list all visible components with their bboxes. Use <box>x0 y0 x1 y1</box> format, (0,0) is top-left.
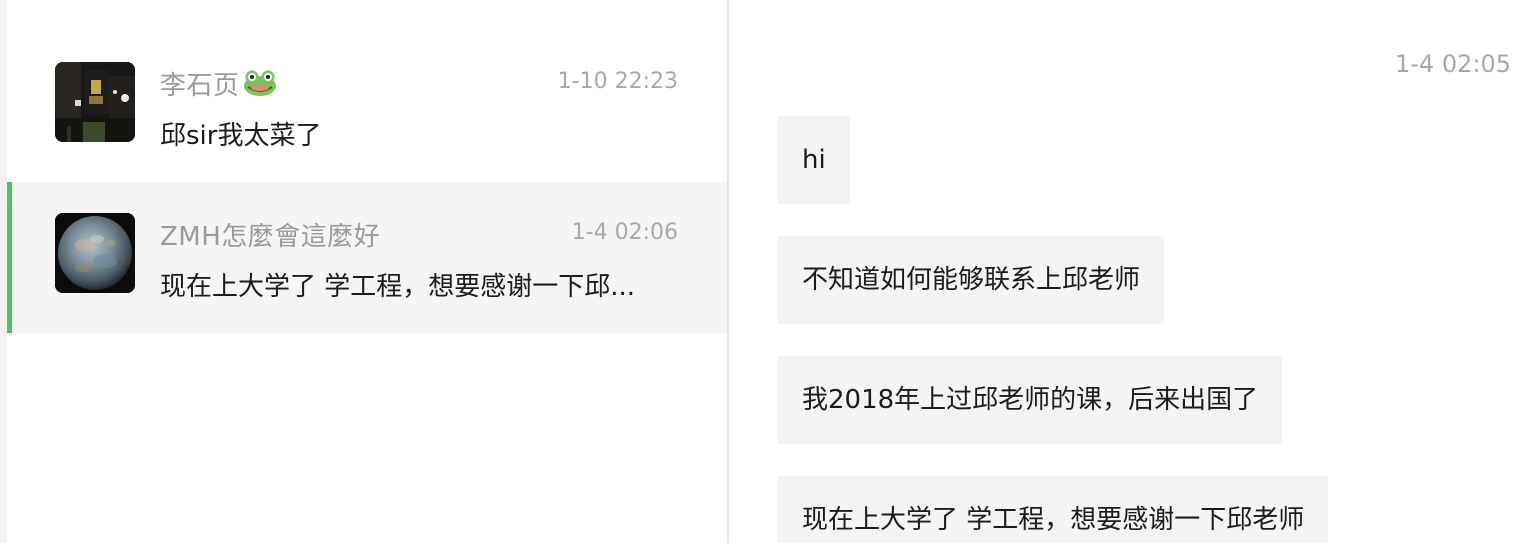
night-street-photo <box>55 62 135 142</box>
message-bubble[interactable]: 不知道如何能够联系上邱老师 <box>778 236 1165 324</box>
chat-list-item[interactable]: 李石页 1-10 22:23 邱sir我太菜了 <box>7 31 727 182</box>
chat-preview: 邱sir我太菜了 <box>160 121 322 151</box>
avatar <box>55 213 135 293</box>
chat-time: 1-4 02:06 <box>571 220 678 245</box>
frog-face-icon <box>243 69 277 104</box>
chat-name: ZMH怎麼會這麼好 <box>160 222 381 252</box>
message-timestamp: 1-4 02:05 <box>1395 50 1511 78</box>
left-edge-strip <box>0 0 7 543</box>
chat-time: 1-10 22:23 <box>557 69 678 94</box>
conversation-pane: 1-4 02:05 hi 不知道如何能够联系上邱老师 我2018年上过邱老师的课… <box>729 0 1525 543</box>
message-bubble[interactable]: 我2018年上过邱老师的课，后来出国了 <box>778 356 1283 444</box>
chat-name: 李石页 <box>160 65 277 104</box>
chat-list-item-selected[interactable]: ZMH怎麼會這麼好 1-4 02:06 现在上大学了 学工程，想要感谢一下邱..… <box>7 182 727 333</box>
chat-name-text: 李石页 <box>160 71 240 101</box>
wechat-window: 李石页 1-10 22:23 邱sir我太菜了 ZMH怎麼會這麼好 1-4 02… <box>0 0 1525 543</box>
planet-photo <box>55 213 135 293</box>
avatar <box>55 62 135 142</box>
message-bubble[interactable]: hi <box>778 116 850 204</box>
chat-preview: 现在上大学了 学工程，想要感谢一下邱... <box>160 272 636 302</box>
chat-list: 李石页 1-10 22:23 邱sir我太菜了 ZMH怎麼會這麼好 1-4 02… <box>7 0 727 543</box>
message-bubble[interactable]: 现在上大学了 学工程，想要感谢一下邱老师 <box>778 476 1329 543</box>
